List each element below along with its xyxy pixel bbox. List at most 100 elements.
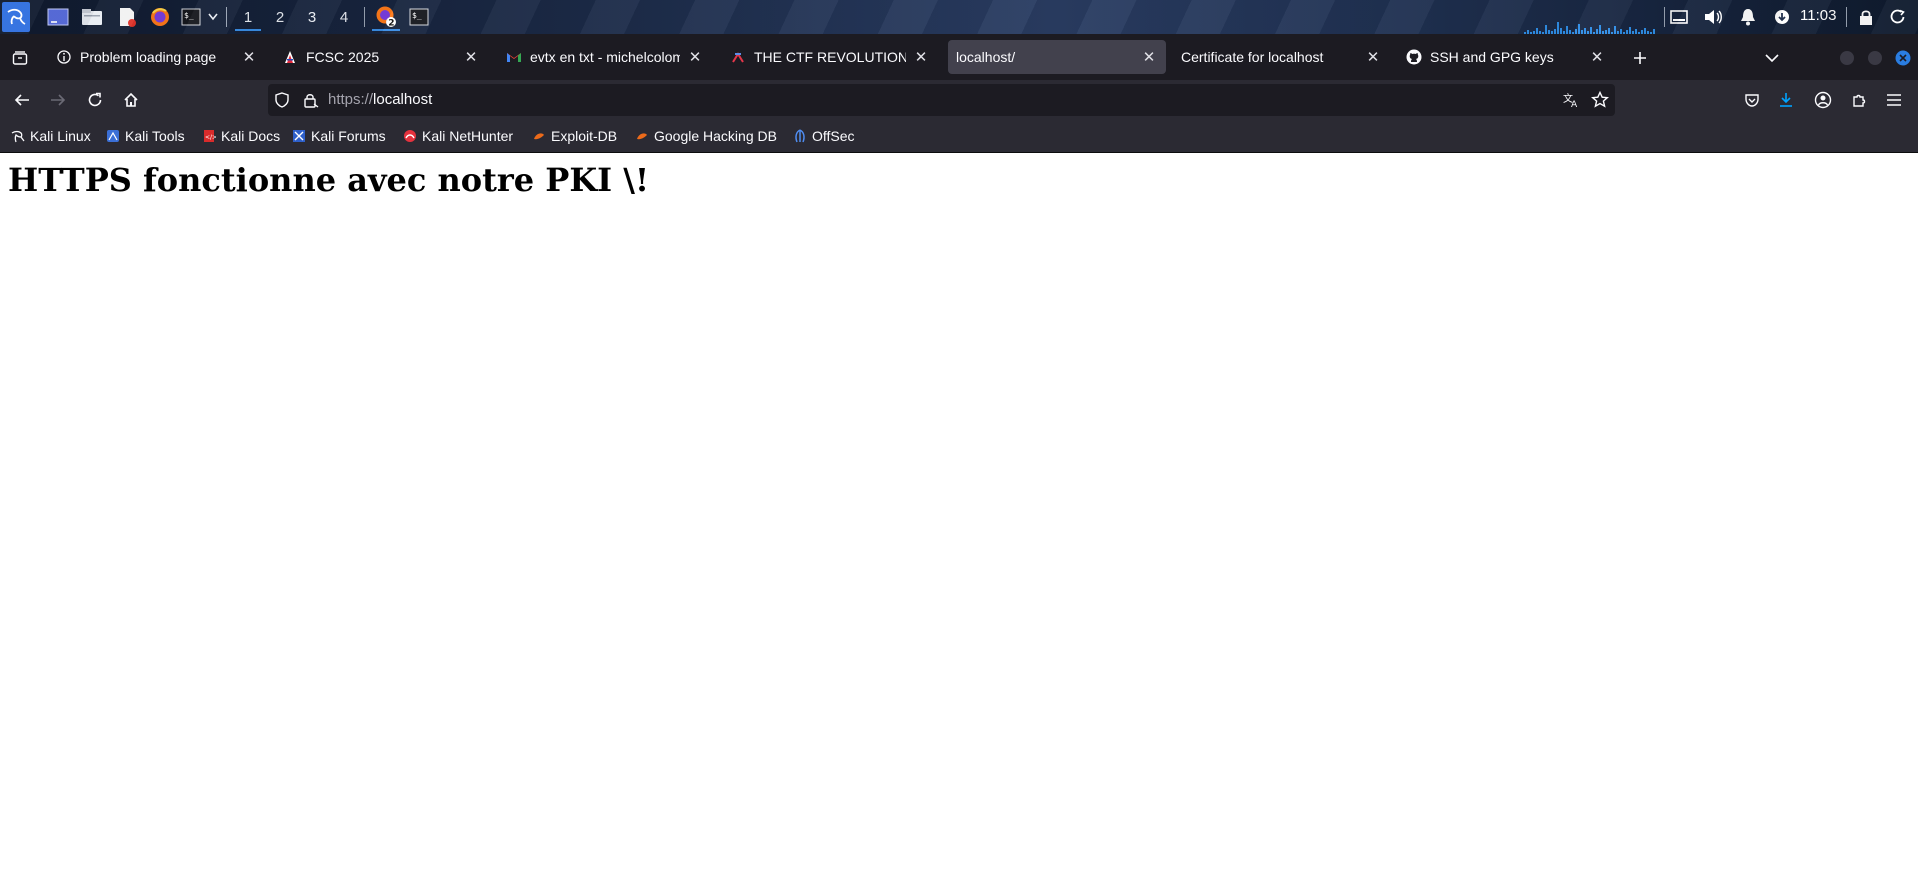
bookmark-google-hacking-db[interactable]: Google Hacking DB	[635, 126, 777, 146]
tab-close-icon[interactable]: ✕	[240, 48, 258, 66]
tab-close-icon[interactable]: ✕	[686, 48, 704, 66]
workspace-3[interactable]: 3	[299, 5, 325, 29]
kali-docs-icon: </>	[204, 130, 216, 142]
chevron-down-icon[interactable]	[206, 5, 220, 29]
hamburger-menu-icon[interactable]	[1884, 90, 1904, 110]
tab-certificate[interactable]: Certificate for localhost ✕	[1172, 40, 1390, 74]
github-icon	[1406, 49, 1422, 65]
tab-title: Problem loading page	[80, 49, 217, 65]
notification-bell-icon[interactable]	[1737, 5, 1759, 29]
kali-tools-icon	[107, 130, 119, 142]
kali-menu-icon[interactable]	[2, 2, 30, 32]
bookmark-label: Kali Linux	[30, 128, 91, 144]
bookmark-offsec[interactable]: OffSec	[793, 126, 855, 146]
workspace-4[interactable]: 4	[331, 5, 357, 29]
tab-close-icon[interactable]: ✕	[462, 48, 480, 66]
panel-separator	[226, 7, 227, 27]
bookmark-label: Kali NetHunter	[422, 128, 514, 144]
bookmark-label: Kali Tools	[125, 128, 185, 144]
bookmark-exploit-db[interactable]: Exploit-DB	[532, 126, 617, 146]
tab-title: SSH and GPG keys	[1430, 49, 1554, 65]
tab-strip: Problem loading page ✕ FCSC 2025 ✕ evtx …	[0, 34, 1918, 80]
bookmark-star-icon[interactable]	[1590, 90, 1610, 110]
svg-text:A: A	[1571, 100, 1578, 108]
tab-ssh-gpg-keys[interactable]: SSH and GPG keys ✕	[1396, 40, 1614, 74]
tab-title: Certificate for localhost	[1181, 49, 1324, 65]
tab-title: THE CTF REVOLUTION	[754, 49, 906, 65]
url-host: localhost	[373, 91, 433, 108]
back-icon[interactable]	[10, 88, 34, 112]
url-text[interactable]: https://localhost	[328, 91, 432, 108]
tab-gmail[interactable]: evtx en txt - michelcolomb ✕	[496, 40, 712, 74]
tab-ctf-revolution[interactable]: THE CTF REVOLUTION ✕	[720, 40, 938, 74]
file-manager-icon[interactable]	[80, 5, 104, 29]
gmail-icon	[506, 49, 522, 65]
desktop-icon[interactable]	[46, 5, 70, 29]
exploitdb-icon	[534, 133, 544, 140]
power-icon[interactable]	[1887, 5, 1909, 29]
network-icon[interactable]	[1772, 5, 1792, 29]
nethunter-icon	[404, 130, 416, 142]
workspace-1[interactable]: 1	[235, 5, 261, 31]
list-all-tabs-chevron-icon[interactable]	[1760, 46, 1784, 70]
ctf-icon	[730, 49, 746, 65]
workspace-2[interactable]: 2	[267, 5, 293, 29]
firefox-icon[interactable]	[149, 5, 171, 29]
url-bar[interactable]	[268, 84, 1615, 116]
tab-title: evtx en txt - michelcolomb	[530, 49, 680, 65]
bookmark-kali-nethunter[interactable]: Kali NetHunter	[403, 126, 513, 146]
display-icon[interactable]	[1668, 5, 1690, 29]
bookmark-kali-linux[interactable]: Kali Linux	[11, 126, 91, 146]
account-icon[interactable]	[1813, 90, 1833, 110]
svg-text:$_: $_	[412, 11, 422, 20]
maximize-window-icon[interactable]	[1866, 49, 1884, 67]
url-scheme: https://	[328, 91, 374, 108]
bookmark-kali-docs[interactable]: </> Kali Docs	[202, 126, 280, 146]
ghdb-icon	[637, 133, 647, 140]
kali-dragon-icon	[11, 130, 25, 143]
cpu-graph	[1524, 18, 1660, 34]
tab-localhost[interactable]: localhost/ ✕	[948, 40, 1166, 74]
bookmarks-toolbar: Kali Linux Kali Tools </> Kali Docs Kali…	[0, 120, 1918, 153]
bookmark-kali-forums[interactable]: Kali Forums	[292, 126, 386, 146]
volume-icon[interactable]	[1703, 5, 1725, 29]
bookmark-kali-tools[interactable]: Kali Tools	[106, 126, 185, 146]
firefox-view-icon[interactable]	[8, 46, 32, 70]
text-editor-icon[interactable]	[116, 5, 138, 29]
downloads-icon[interactable]	[1776, 90, 1796, 110]
terminal-icon[interactable]: $_	[180, 5, 202, 29]
pocket-icon[interactable]	[1742, 90, 1762, 110]
bookmark-label: OffSec	[812, 128, 855, 144]
kali-forums-icon	[293, 130, 305, 142]
tab-close-icon[interactable]: ✕	[1364, 48, 1382, 66]
web-page-content: HTTPS fonctionne avec notre PKI \!	[0, 153, 1918, 878]
home-icon[interactable]	[119, 88, 143, 112]
translate-icon[interactable]: 文A	[1562, 91, 1582, 109]
extensions-icon[interactable]	[1849, 90, 1869, 110]
lock-icon[interactable]	[1856, 5, 1876, 29]
offsec-icon	[795, 129, 805, 143]
bookmark-label: Kali Docs	[221, 128, 281, 144]
minimize-window-icon[interactable]	[1838, 49, 1856, 67]
page-heading: HTTPS fonctionne avec notre PKI \!	[8, 161, 649, 199]
new-tab-icon[interactable]	[1628, 46, 1652, 70]
tab-title: localhost/	[956, 49, 1016, 65]
tab-fcsc-2025[interactable]: FCSC 2025 ✕	[272, 40, 488, 74]
tab-problem-loading[interactable]: Problem loading page ✕	[46, 40, 266, 74]
reload-icon[interactable]	[83, 88, 107, 112]
close-window-icon[interactable]	[1894, 49, 1912, 67]
tab-close-icon[interactable]: ✕	[912, 48, 930, 66]
bookmark-label: Google Hacking DB	[654, 128, 777, 144]
tab-close-icon[interactable]: ✕	[1140, 48, 1158, 66]
fcsc-icon	[282, 49, 298, 65]
tab-close-icon[interactable]: ✕	[1588, 48, 1606, 66]
tracking-protection-shield-icon[interactable]	[273, 91, 291, 109]
terminal-task-icon[interactable]: $_	[407, 5, 431, 29]
svg-text:$_: $_	[184, 11, 194, 20]
connection-lock-icon[interactable]	[302, 91, 320, 109]
info-icon	[56, 49, 72, 65]
clock[interactable]: 11:03	[1800, 7, 1836, 24]
firefox-task-icon[interactable]: 2	[372, 3, 400, 31]
panel-separator	[1846, 7, 1847, 27]
firefox-window-count: 2	[388, 19, 394, 28]
